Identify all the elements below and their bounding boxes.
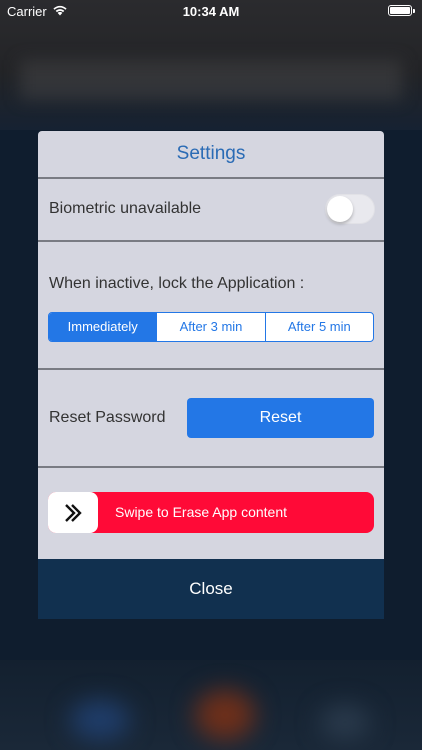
reset-password-label: Reset Password [49,409,166,426]
swipe-to-erase-slider[interactable]: Swipe to Erase App content [48,492,374,533]
swipe-handle[interactable] [48,492,98,533]
swipe-to-erase-label: Swipe to Erase App content [115,504,287,520]
dialog-title: Settings [176,143,246,164]
settings-dialog: Settings Biometric unavailable When inac… [38,131,384,619]
toggle-knob [327,196,353,222]
biometric-toggle[interactable] [325,194,375,224]
lock-label: When inactive, lock the Application : [49,275,305,292]
blurred-tab-icon [70,700,130,740]
close-button[interactable]: Close [38,559,384,619]
lock-row: When inactive, lock the Application : Im… [38,242,384,368]
reset-button[interactable]: Reset [187,398,374,438]
status-bar: Carrier 10:34 AM [0,0,422,22]
blurred-tab-icon [320,705,370,740]
lock-timeout-segmented-control: Immediately After 3 min After 5 min [48,312,374,342]
biometric-row: Biometric unavailable [38,179,384,240]
double-chevron-right-icon [65,503,82,522]
erase-row: Swipe to Erase App content [38,468,384,560]
status-time: 10:34 AM [182,4,240,19]
blurred-tab-icon [195,690,255,740]
segment-after-5-min[interactable]: After 5 min [264,313,373,341]
segment-immediately[interactable]: Immediately [49,313,157,341]
biometric-label: Biometric unavailable [49,200,202,217]
battery-icon [388,5,415,16]
segment-after-3-min[interactable]: After 3 min [156,313,264,341]
reset-row: Reset Password Reset [38,370,384,466]
